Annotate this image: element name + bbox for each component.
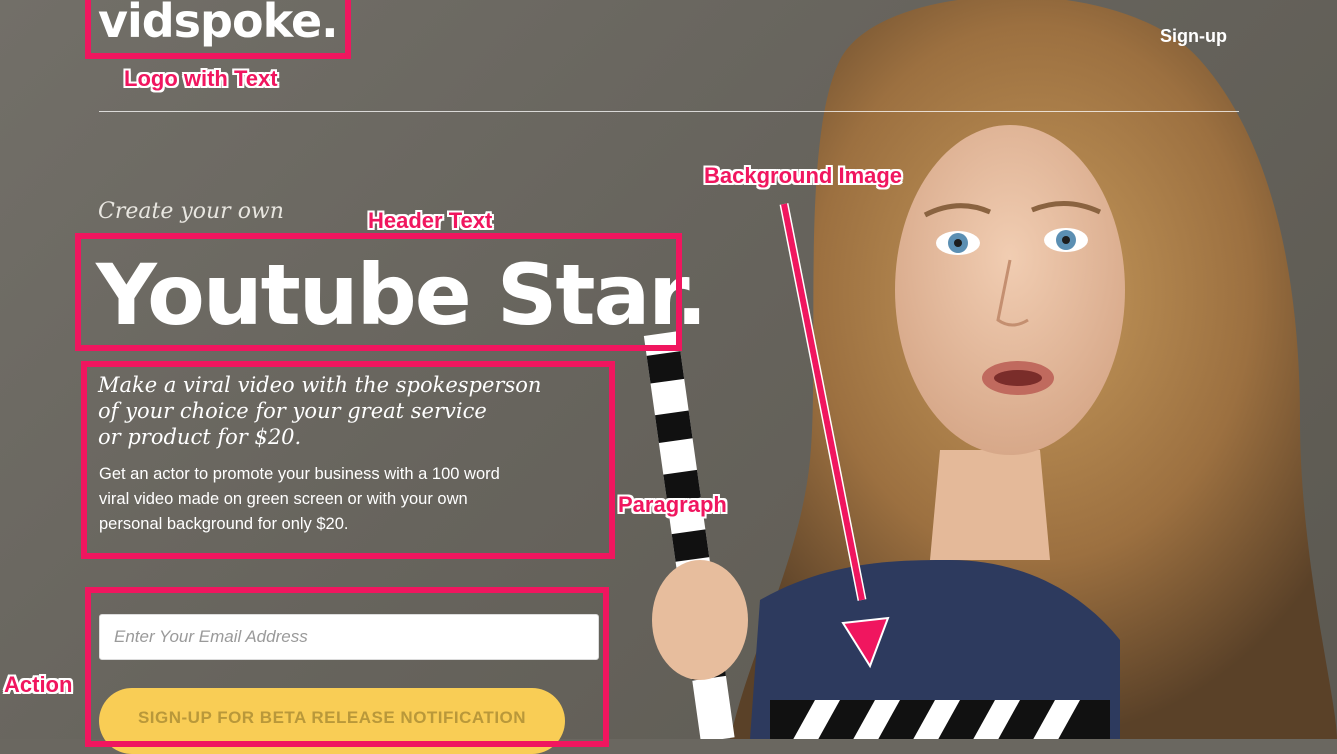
annotation-label-action: Action (4, 672, 73, 697)
annotation-label-logo: Logo with Text (124, 66, 278, 91)
annotation-box-action (85, 587, 609, 747)
annotation-label-background: Background Image (704, 163, 903, 188)
hero-tagline: Create your own (98, 199, 284, 224)
annotation-box-header (75, 233, 682, 351)
nav-signup-link[interactable]: Sign-up (1160, 26, 1227, 47)
header-divider (99, 111, 1239, 112)
annotation-box-logo (85, 0, 351, 59)
annotation-label-paragraph: Paragraph (618, 492, 727, 517)
annotation-label-header: Header Text (368, 208, 493, 233)
annotation-box-paragraph (81, 361, 615, 559)
